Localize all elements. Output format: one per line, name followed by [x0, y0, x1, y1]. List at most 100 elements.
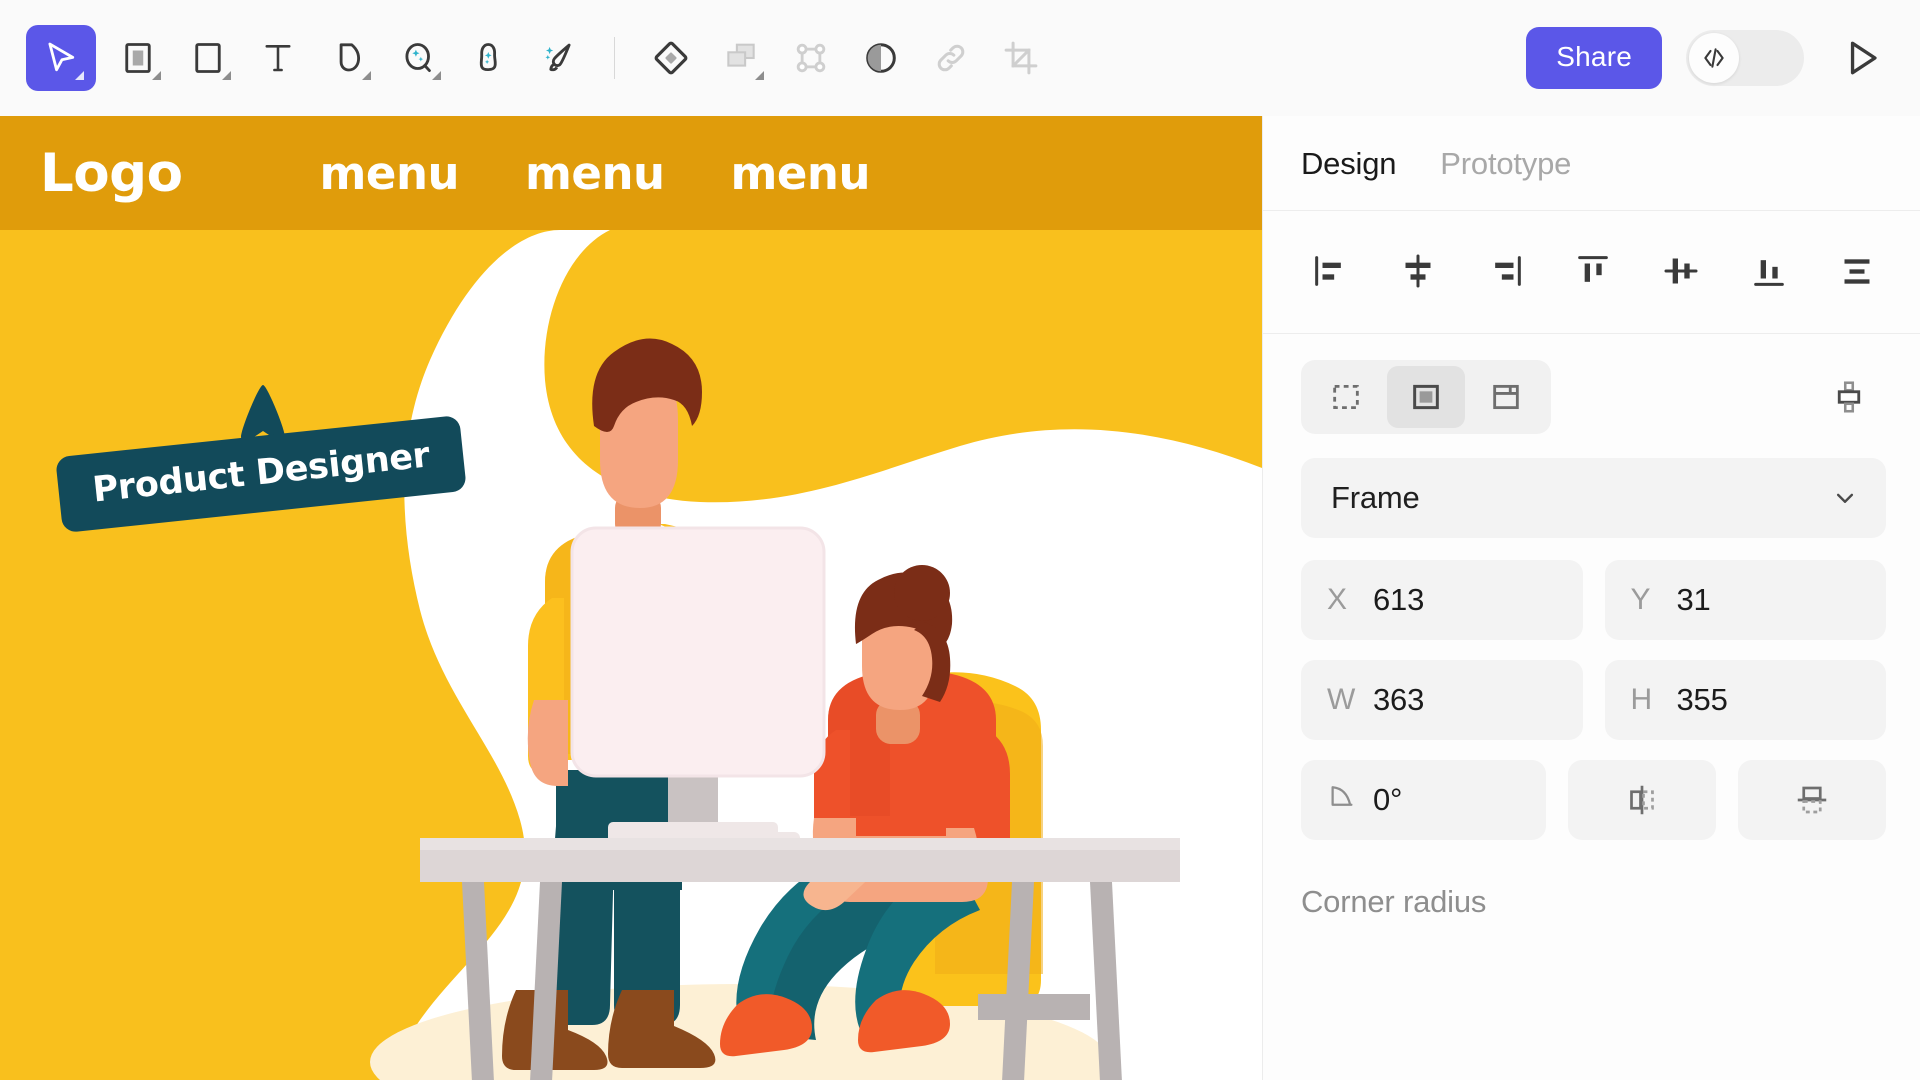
tab-design[interactable]: Design [1301, 146, 1396, 182]
tool-caret-icon [755, 71, 764, 80]
y-position-field[interactable]: Y 31 [1605, 560, 1887, 640]
design-menu-item-1[interactable]: menu [320, 147, 459, 200]
y-value: 31 [1677, 582, 1711, 618]
tool-caret-icon [75, 71, 84, 80]
design-menu-item-3[interactable]: menu [731, 147, 870, 200]
contrast-circle-icon [862, 39, 900, 77]
x-position-field[interactable]: X 613 [1301, 560, 1583, 640]
tab-prototype[interactable]: Prototype [1440, 146, 1571, 182]
w-label: W [1327, 683, 1353, 717]
clip-content-row [1301, 360, 1886, 434]
text-tool[interactable] [243, 25, 313, 91]
code-brackets-icon [1700, 44, 1728, 72]
hero-illustration [0, 230, 1262, 1080]
vector-edit-tool[interactable] [776, 25, 846, 91]
corner-radius-label: Corner radius [1301, 884, 1886, 920]
h-value: 355 [1677, 682, 1728, 718]
y-label: Y [1631, 583, 1657, 617]
present-play-button[interactable] [1832, 28, 1892, 88]
vector-nodes-icon [792, 39, 830, 77]
mask-tool[interactable] [846, 25, 916, 91]
x-value: 613 [1373, 582, 1424, 618]
magic-brush-icon [540, 40, 576, 76]
align-bottom-icon [1749, 251, 1789, 291]
no-clip-button[interactable] [1307, 366, 1385, 428]
align-left-button[interactable] [1303, 245, 1357, 297]
rectangle-tool[interactable] [173, 25, 243, 91]
pen-tool[interactable] [313, 25, 383, 91]
move-tool[interactable] [26, 25, 96, 91]
tool-caret-icon [432, 71, 441, 80]
frame-layout-button[interactable] [1467, 366, 1545, 428]
frame-layout-icon [1489, 380, 1523, 414]
align-vertical-center-button[interactable] [1654, 245, 1708, 297]
distribute-vertical-button[interactable] [1818, 366, 1880, 428]
rectangle-icon [190, 40, 226, 76]
align-bottom-button[interactable] [1742, 245, 1796, 297]
rotation-field[interactable]: 0° [1301, 760, 1546, 840]
share-button[interactable]: Share [1526, 27, 1662, 89]
panel-properties-body: Frame X 613 Y 31 W [1263, 334, 1920, 920]
transform-fields: X 613 Y 31 W 363 H 355 [1301, 560, 1886, 740]
rotation-flip-row: 0° [1301, 760, 1886, 840]
frame-icon [120, 40, 156, 76]
crop-icon [1002, 39, 1040, 77]
magic-lasso-icon [400, 40, 436, 76]
magic-shape-tool[interactable] [453, 25, 523, 91]
panel-tab-bar: Design Prototype [1263, 116, 1920, 211]
design-menu-item-2[interactable]: menu [525, 147, 664, 200]
flip-vertical-icon [1794, 782, 1830, 818]
flip-horizontal-button[interactable] [1568, 760, 1716, 840]
boolean-tool[interactable] [706, 25, 776, 91]
x-label: X [1327, 583, 1353, 617]
object-type-value: Frame [1331, 480, 1420, 516]
align-right-icon [1486, 251, 1526, 291]
flip-vertical-button[interactable] [1738, 760, 1886, 840]
align-horizontal-center-button[interactable] [1391, 245, 1445, 297]
tool-caret-icon [152, 71, 161, 80]
clip-content-icon [1409, 380, 1443, 414]
align-top-icon [1573, 251, 1613, 291]
frame-tool[interactable] [103, 25, 173, 91]
right-properties-panel: Design Prototype [1262, 116, 1920, 1080]
editor-body: Logo menu menu menu [0, 116, 1920, 1080]
magic-brush-tool[interactable] [523, 25, 593, 91]
rotation-value: 0° [1373, 782, 1402, 818]
clip-content-button[interactable] [1387, 366, 1465, 428]
h-label: H [1631, 683, 1657, 717]
dev-mode-toggle[interactable] [1686, 30, 1804, 86]
pen-shape-icon [330, 40, 366, 76]
magic-blob-icon [470, 40, 506, 76]
text-t-icon [260, 40, 296, 76]
align-horizontal-center-icon [1398, 251, 1438, 291]
align-left-icon [1310, 251, 1350, 291]
distribute-button[interactable] [1830, 245, 1884, 297]
angle-icon [1327, 781, 1353, 819]
object-type-select[interactable]: Frame [1301, 458, 1886, 538]
align-right-button[interactable] [1479, 245, 1533, 297]
tool-caret-icon [362, 71, 371, 80]
no-clip-icon [1329, 380, 1363, 414]
dev-mode-toggle-knob [1689, 33, 1739, 83]
clip-content-segmented-control [1301, 360, 1551, 434]
link-tool[interactable] [916, 25, 986, 91]
height-field[interactable]: H 355 [1605, 660, 1887, 740]
alignment-toolbar [1263, 211, 1920, 334]
width-field[interactable]: W 363 [1301, 660, 1583, 740]
link-chain-icon [932, 39, 970, 77]
design-canvas[interactable]: Logo menu menu menu [0, 116, 1262, 1080]
component-diamond-icon [651, 38, 691, 78]
chevron-down-icon [1830, 483, 1860, 513]
tool-caret-icon [222, 71, 231, 80]
component-tool[interactable] [636, 25, 706, 91]
toolbar-divider [614, 37, 615, 79]
distribute-icon [1837, 251, 1877, 291]
magic-select-tool[interactable] [383, 25, 453, 91]
align-top-button[interactable] [1566, 245, 1620, 297]
figma-editor-window: Share Logo menu menu menu [0, 0, 1920, 1080]
distribute-vertical-icon [1831, 379, 1867, 415]
play-triangle-icon [1841, 37, 1883, 79]
design-hero-section [0, 230, 1262, 1080]
crop-tool[interactable] [986, 25, 1056, 91]
align-vertical-center-icon [1661, 251, 1701, 291]
